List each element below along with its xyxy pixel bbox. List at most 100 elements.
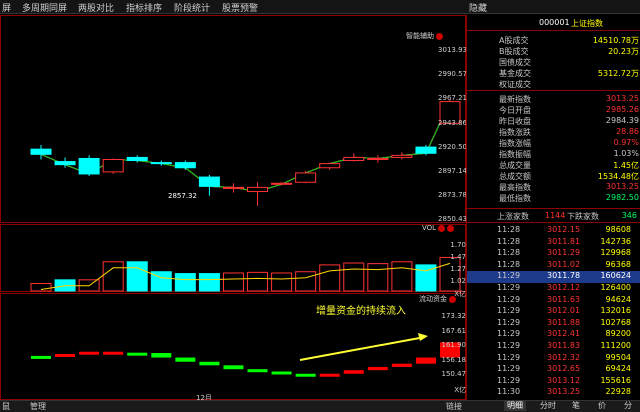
tick-row[interactable]: 11:28 3012.15 98608 xyxy=(467,225,640,237)
tab-timeshare[interactable]: 分时 xyxy=(540,400,556,411)
flow-bar xyxy=(151,353,172,358)
chart-area[interactable]: 智能辅助 VOL 流动资金 3013.93 2990.57 2967.21 2943.… xyxy=(0,15,467,402)
info-row: 指数振幅 1.03% xyxy=(499,149,639,159)
tick-row[interactable]: 11:29 3013.12 155616 xyxy=(467,376,640,388)
divider xyxy=(467,90,640,91)
info-row: 最新指数 3013.25 xyxy=(499,94,639,104)
tick-row[interactable]: 11:29 3011.88 102768 xyxy=(467,318,640,330)
candle-body xyxy=(271,182,293,185)
tab-trade[interactable]: 笔 xyxy=(572,400,580,411)
info-row: 总成交量 1.45亿 xyxy=(499,161,639,170)
tick-row[interactable]: 11:29 3012.65 69424 xyxy=(467,364,640,376)
annotation-arrowhead xyxy=(418,333,428,341)
info-row: 昨日收盘 2984.39 xyxy=(499,116,639,126)
candle-body xyxy=(78,157,100,175)
divider xyxy=(467,208,640,209)
tick-row[interactable]: 11:28 3011.02 96368 xyxy=(467,260,640,272)
vol-tick-label: 1.02 xyxy=(450,277,466,285)
quote-tabs: 明细 分时 笔 价 分 xyxy=(466,400,640,412)
tick-row[interactable]: 11:29 3012.32 99504 xyxy=(467,353,640,365)
volume-ma-line xyxy=(40,262,451,290)
tick-row[interactable]: 11:30 3013.25 22928 xyxy=(467,387,640,399)
hide-button[interactable]: 隐藏 xyxy=(469,1,487,14)
flow-tick-label: 156.18 xyxy=(441,355,467,364)
info-row: 基金成交 5312.72万 xyxy=(499,69,639,78)
low-price-label: 2857.32 xyxy=(168,192,197,200)
tab-detail[interactable]: 明细 xyxy=(504,400,526,411)
info-row: 权证成交 xyxy=(499,80,531,89)
vol-tick-label: 1.47 xyxy=(450,253,466,261)
flow-bar xyxy=(247,369,268,373)
menu-item-sort[interactable]: 指标排序 xyxy=(126,1,162,14)
volume-bar xyxy=(391,261,413,292)
flow-bar xyxy=(367,366,388,371)
candle-body xyxy=(150,162,172,165)
tick-row[interactable]: 11:29 3011.83 111200 xyxy=(467,341,640,353)
price-tick-label: 2990.57 xyxy=(438,70,467,79)
flow-bar xyxy=(175,357,196,362)
candle-body xyxy=(30,148,52,155)
menu-item-compare[interactable]: 两股对比 xyxy=(78,1,114,14)
ma-line xyxy=(40,101,451,193)
quote-panel: 000001 上证指数 A股成交 14510.78万 B股成交 20.23万 国债成交基… xyxy=(466,15,640,400)
price-tick-label: 2943.86 xyxy=(438,118,467,127)
price-tick-label: 2897.14 xyxy=(438,167,467,175)
menu-item-alert[interactable]: 股票预警 xyxy=(222,1,258,14)
volume-bar xyxy=(367,263,389,292)
tab-price[interactable]: 价 xyxy=(598,400,606,411)
top-menu-bar: 屏 多周期同屏 两股对比 指标排序 阶段统计 股票预警 隐藏 xyxy=(0,0,640,14)
candle-body xyxy=(198,176,220,187)
menu-item-multi-period[interactable]: 多周期同屏 xyxy=(22,1,67,14)
flow-bar xyxy=(103,351,124,355)
flow-bar xyxy=(223,365,244,370)
volume-bar xyxy=(198,273,220,292)
candlestick-chart xyxy=(30,99,461,377)
price-tick-label: 3013.93 xyxy=(438,46,467,54)
flow-bar xyxy=(31,355,51,359)
flow-tick-label: 173.32 xyxy=(441,312,467,320)
candle-body xyxy=(415,146,437,154)
flow-bar xyxy=(295,373,316,377)
candle-body xyxy=(54,161,76,166)
stock-code: 000001 xyxy=(539,18,570,27)
candle-body xyxy=(391,154,413,158)
tick-row[interactable]: 11:29 3012.12 126400 xyxy=(467,283,640,295)
candle-body xyxy=(247,186,269,193)
link-tab[interactable]: 链接 xyxy=(446,401,462,412)
tick-row[interactable]: 11:29 3012.01 132016 xyxy=(467,306,640,318)
candle-body xyxy=(222,186,244,189)
info-row: 今日开盘 2985.26 xyxy=(499,105,639,115)
flow-bar xyxy=(415,357,436,364)
menu-item-stats[interactable]: 阶段统计 xyxy=(174,1,210,14)
stock-name: 上证指数 xyxy=(571,19,603,28)
ma-line xyxy=(40,101,451,193)
volume-bar xyxy=(271,272,293,292)
volume-bar xyxy=(295,271,317,292)
price-tick-label: 2873.78 xyxy=(438,191,467,200)
info-row: 最低指数 2982.50 xyxy=(499,193,639,203)
volume-bar xyxy=(319,264,341,292)
info-row: 总成交额 1534.48亿 xyxy=(499,172,639,181)
tick-row[interactable]: 11:29 3012.41 89200 xyxy=(467,329,640,341)
volume-bar xyxy=(222,272,244,292)
tick-row[interactable]: 11:29 3011.63 94624 xyxy=(467,295,640,307)
divider xyxy=(467,222,640,223)
menu-item-0[interactable]: 屏 xyxy=(2,1,11,14)
tick-row[interactable]: 11:28 3011.29 129968 xyxy=(467,248,640,260)
tick-row[interactable]: 11:29 3011.78 160624 xyxy=(467,271,640,284)
flow-tick-label: X亿 xyxy=(454,385,466,394)
bottom-tab-0[interactable]: 鼠 xyxy=(2,401,10,412)
quote-header: 000001 上证指数 xyxy=(467,15,640,31)
volume-bar xyxy=(30,283,52,292)
volume-bar xyxy=(343,262,365,292)
tick-row[interactable]: 11:28 3011.81 142736 xyxy=(467,237,640,249)
info-row: 国债成交 xyxy=(499,58,531,67)
annotation-arrow xyxy=(299,336,426,361)
info-row: 指数涨跌 28.86 xyxy=(499,127,639,137)
bottom-tab-manage[interactable]: 管理 xyxy=(30,401,46,412)
price-tick-label: 2920.50 xyxy=(438,142,467,151)
flow-bar xyxy=(391,363,412,367)
tab-min[interactable]: 分 xyxy=(624,400,632,411)
vol-tick-label: X亿 xyxy=(454,290,466,298)
price-tick-label: 2967.21 xyxy=(438,94,467,103)
